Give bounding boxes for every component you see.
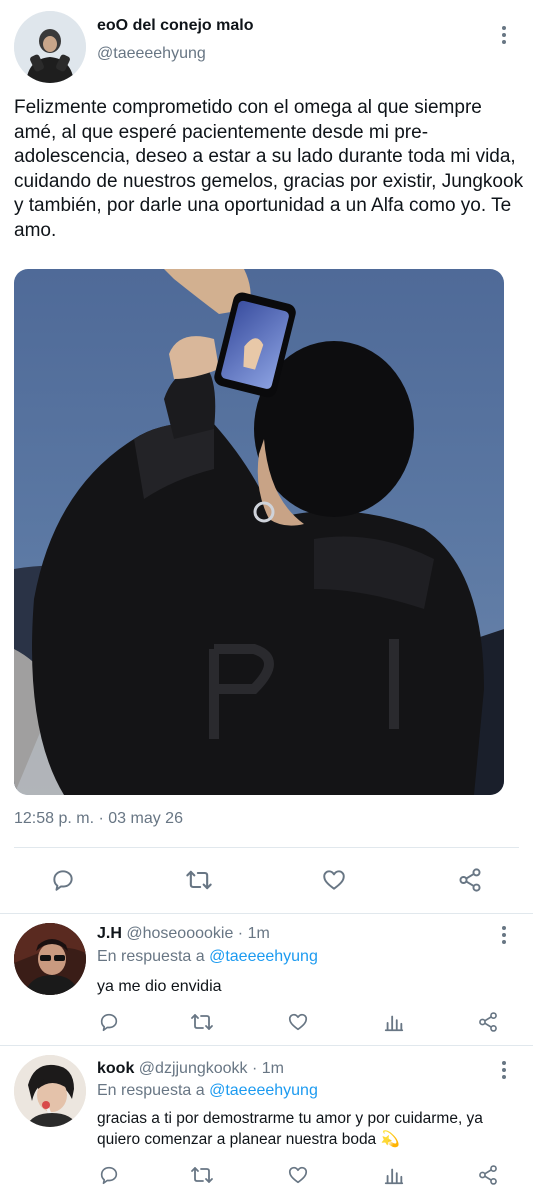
reply-text: ya me dio envidia (97, 978, 222, 995)
reply-header: J.H @hoseooookie · 1m (97, 925, 270, 943)
reply-handle-time[interactable]: @hoseooookie · 1m (126, 925, 269, 942)
reply-handle-time[interactable]: @dzjjungkookk · 1m (139, 1060, 284, 1077)
reply-text: gracias a ti por demostrarme tu amor y p… (97, 1110, 483, 1148)
retweet-icon[interactable] (190, 1011, 214, 1033)
retweet-icon[interactable] (190, 1164, 214, 1186)
reply-header: kook @dzjjungkookk · 1m (97, 1060, 284, 1078)
retweet-icon[interactable] (185, 867, 213, 893)
divider (14, 847, 519, 848)
like-icon[interactable] (321, 867, 347, 893)
reply-mention-link[interactable]: @taeeeehyung (209, 948, 318, 965)
more-options-icon[interactable] (492, 923, 516, 947)
tweet-photo[interactable] (14, 269, 504, 795)
reply-prefix: En respuesta a (97, 1082, 205, 1099)
reply-avatar[interactable] (14, 1055, 86, 1127)
author-avatar[interactable] (14, 11, 86, 83)
reply-tweet[interactable]: kook @dzjjungkookk · 1m En respuesta a @… (0, 1046, 533, 1200)
reply-mention-link[interactable]: @taeeeehyung (209, 1082, 318, 1099)
reply-display-name[interactable]: J.H (97, 925, 122, 942)
analytics-icon[interactable] (383, 1011, 405, 1033)
reply-tweet[interactable]: J.H @hoseooookie · 1m En respuesta a @ta… (0, 914, 533, 1044)
share-icon[interactable] (477, 1164, 499, 1186)
share-icon[interactable] (477, 1011, 499, 1033)
reply-icon[interactable] (98, 1164, 120, 1186)
reply-display-name[interactable]: kook (97, 1060, 134, 1077)
more-options-icon[interactable] (492, 23, 516, 47)
author-display-name[interactable]: eoO del conejo malo (97, 17, 253, 35)
like-icon[interactable] (287, 1011, 309, 1033)
reply-context: En respuesta a @taeeeehyung (97, 948, 318, 966)
analytics-icon[interactable] (383, 1164, 405, 1186)
share-icon[interactable] (457, 867, 483, 893)
reply-prefix: En respuesta a (97, 948, 205, 965)
reply-icon[interactable] (98, 1011, 120, 1033)
like-icon[interactable] (287, 1164, 309, 1186)
reply-context: En respuesta a @taeeeehyung (97, 1082, 318, 1100)
reply-icon[interactable] (50, 867, 76, 893)
tweet-timestamp: 12:58 p. m. · 03 may 26 (14, 810, 183, 827)
more-options-icon[interactable] (492, 1058, 516, 1082)
reply-avatar[interactable] (14, 923, 86, 995)
tweet-text: Felizmente comprometido con el omega al … (14, 97, 524, 241)
author-handle[interactable]: @taeeeehyung (97, 45, 206, 63)
